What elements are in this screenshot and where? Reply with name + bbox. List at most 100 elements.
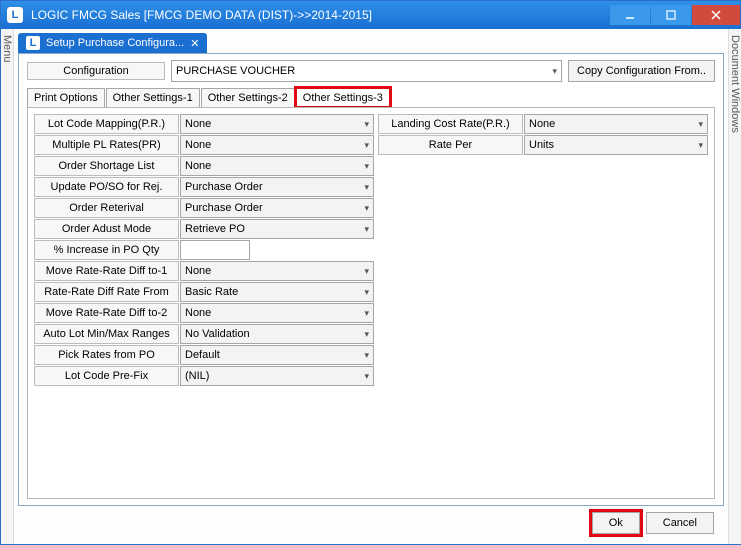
doc-tab-label: Setup Purchase Configura... (46, 37, 184, 49)
chevron-down-icon: ▾ (364, 287, 369, 298)
left-row-7: Move Rate-Rate Diff to-1 None ▾ (34, 261, 374, 281)
right-column: Landing Cost Rate(P.R.)None▾Rate PerUnit… (378, 114, 708, 492)
left-label-8: Rate-Rate Diff Rate From (34, 282, 179, 302)
right-row-1: Rate Per Units ▾ (378, 135, 708, 155)
close-icon[interactable]: ✕ (190, 37, 199, 50)
left-label-12: Lot Code Pre-Fix (34, 366, 179, 386)
left-label-11: Pick Rates from PO (34, 345, 179, 365)
configuration-label: Configuration (27, 62, 165, 80)
configuration-select[interactable]: PURCHASE VOUCHER ▾ (171, 60, 562, 82)
left-value-2: None (185, 160, 211, 172)
left-label-0: Lot Code Mapping(P.R.) (34, 114, 179, 134)
left-row-0: Lot Code Mapping(P.R.)None▾ (34, 114, 374, 134)
right-label-1: Rate Per (378, 135, 523, 155)
left-select-11[interactable]: Default▾ (180, 345, 374, 365)
left-value-5: Retrieve PO (185, 223, 245, 235)
chevron-down-icon: ▾ (364, 308, 369, 319)
right-select-0[interactable]: None ▾ (524, 114, 708, 134)
left-select-0[interactable]: None▾ (180, 114, 374, 134)
left-row-1: Multiple PL Rates(PR) None ▾ (34, 135, 374, 155)
doc-tab-icon: L (26, 36, 40, 50)
left-value-9: None (185, 307, 211, 319)
ok-button[interactable]: Ok (592, 512, 640, 534)
left-select-2[interactable]: None ▾ (180, 156, 374, 176)
left-label-2: Order Shortage List (34, 156, 179, 176)
left-select-10[interactable]: No Validation ▾ (180, 324, 374, 344)
maximize-button[interactable] (651, 5, 691, 25)
document-windows-rail[interactable]: Document Windows (728, 29, 741, 544)
left-select-3[interactable]: Purchase Order▾ (180, 177, 374, 197)
chevron-down-icon: ▾ (698, 140, 703, 151)
left-label-1: Multiple PL Rates(PR) (34, 135, 179, 155)
copy-configuration-button[interactable]: Copy Configuration From.. (568, 60, 715, 82)
left-label-9: Move Rate-Rate Diff to-2 (34, 303, 179, 323)
left-select-9[interactable]: None ▾ (180, 303, 374, 323)
left-select-1[interactable]: None ▾ (180, 135, 374, 155)
left-row-11: Pick Rates from PODefault▾ (34, 345, 374, 365)
chevron-down-icon: ▾ (364, 266, 369, 277)
left-row-2: Order Shortage List None ▾ (34, 156, 374, 176)
right-select-1[interactable]: Units ▾ (524, 135, 708, 155)
left-label-10: Auto Lot Min/Max Ranges (34, 324, 179, 344)
left-select-7[interactable]: None ▾ (180, 261, 374, 281)
titlebar: L LOGIC FMCG Sales [FMCG DEMO DATA (DIST… (1, 1, 740, 29)
cancel-button[interactable]: Cancel (646, 512, 714, 534)
document-tabs: L Setup Purchase Configura... ✕ (18, 33, 724, 53)
settings-tabs: Print Options Other Settings-1 Other Set… (27, 88, 715, 107)
footer: Ok Cancel (18, 506, 724, 540)
minimize-button[interactable] (610, 5, 650, 25)
menu-rail[interactable]: Menu (1, 29, 14, 544)
main-panel: Configuration PURCHASE VOUCHER ▾ Copy Co… (18, 53, 724, 506)
chevron-down-icon: ▾ (364, 329, 369, 340)
left-label-3: Update PO/SO for Rej. (34, 177, 179, 197)
left-column: Lot Code Mapping(P.R.)None▾Multiple PL R… (34, 114, 374, 492)
chevron-down-icon: ▾ (364, 161, 369, 172)
left-label-7: Move Rate-Rate Diff to-1 (34, 261, 179, 281)
tab-content: Lot Code Mapping(P.R.)None▾Multiple PL R… (27, 107, 715, 499)
left-value-7: None (185, 265, 211, 277)
left-select-4[interactable]: Purchase Order▾ (180, 198, 374, 218)
doc-tab-setup-purchase[interactable]: L Setup Purchase Configura... ✕ (18, 33, 207, 53)
tab-other-settings-3[interactable]: Other Settings-3 (296, 88, 390, 107)
left-label-4: Order Reterival (34, 198, 179, 218)
right-label-0: Landing Cost Rate(P.R.) (378, 114, 523, 134)
config-row: Configuration PURCHASE VOUCHER ▾ Copy Co… (27, 60, 715, 82)
chevron-down-icon: ▾ (364, 140, 369, 151)
tab-other-settings-2[interactable]: Other Settings-2 (201, 88, 295, 107)
left-input-6[interactable] (180, 240, 250, 260)
left-select-12[interactable]: (NIL) ▾ (180, 366, 374, 386)
left-value-12: (NIL) (185, 370, 209, 382)
chevron-down-icon: ▾ (364, 350, 369, 361)
app-icon: L (7, 7, 23, 23)
tab-other-settings-1[interactable]: Other Settings-1 (106, 88, 200, 107)
left-row-3: Update PO/SO for Rej.Purchase Order▾ (34, 177, 374, 197)
right-row-0: Landing Cost Rate(P.R.) None ▾ (378, 114, 708, 134)
right-value-1: Units (529, 139, 554, 151)
window-body: Menu L Setup Purchase Configura... ✕ Con… (1, 29, 740, 544)
window-title: LOGIC FMCG Sales [FMCG DEMO DATA (DIST)-… (31, 8, 609, 22)
left-select-8[interactable]: Basic Rate ▾ (180, 282, 374, 302)
close-button[interactable] (692, 5, 740, 25)
left-value-1: None (185, 139, 211, 151)
chevron-down-icon: ▾ (364, 371, 369, 382)
left-value-3: Purchase Order (185, 181, 263, 193)
app-window: L LOGIC FMCG Sales [FMCG DEMO DATA (DIST… (0, 0, 741, 545)
left-row-12: Lot Code Pre-Fix (NIL) ▾ (34, 366, 374, 386)
left-row-4: Order ReterivalPurchase Order▾ (34, 198, 374, 218)
chevron-down-icon: ▾ (364, 224, 369, 235)
tab-print-options[interactable]: Print Options (27, 88, 105, 107)
left-value-8: Basic Rate (185, 286, 238, 298)
chevron-down-icon: ▾ (364, 119, 369, 130)
right-value-0: None (529, 118, 555, 130)
left-label-6: % Increase in PO Qty (34, 240, 179, 260)
left-row-6: % Increase in PO Qty (34, 240, 374, 260)
left-row-5: Order Adust ModeRetrieve PO▾ (34, 219, 374, 239)
left-value-10: No Validation (185, 328, 250, 340)
chevron-down-icon: ▾ (698, 119, 703, 130)
left-select-5[interactable]: Retrieve PO ▾ (180, 219, 374, 239)
configuration-value: PURCHASE VOUCHER (176, 65, 295, 77)
chevron-down-icon: ▾ (552, 66, 557, 77)
left-row-8: Rate-Rate Diff Rate From Basic Rate ▾ (34, 282, 374, 302)
left-value-4: Purchase Order (185, 202, 263, 214)
content-area: L Setup Purchase Configura... ✕ Configur… (14, 29, 728, 544)
